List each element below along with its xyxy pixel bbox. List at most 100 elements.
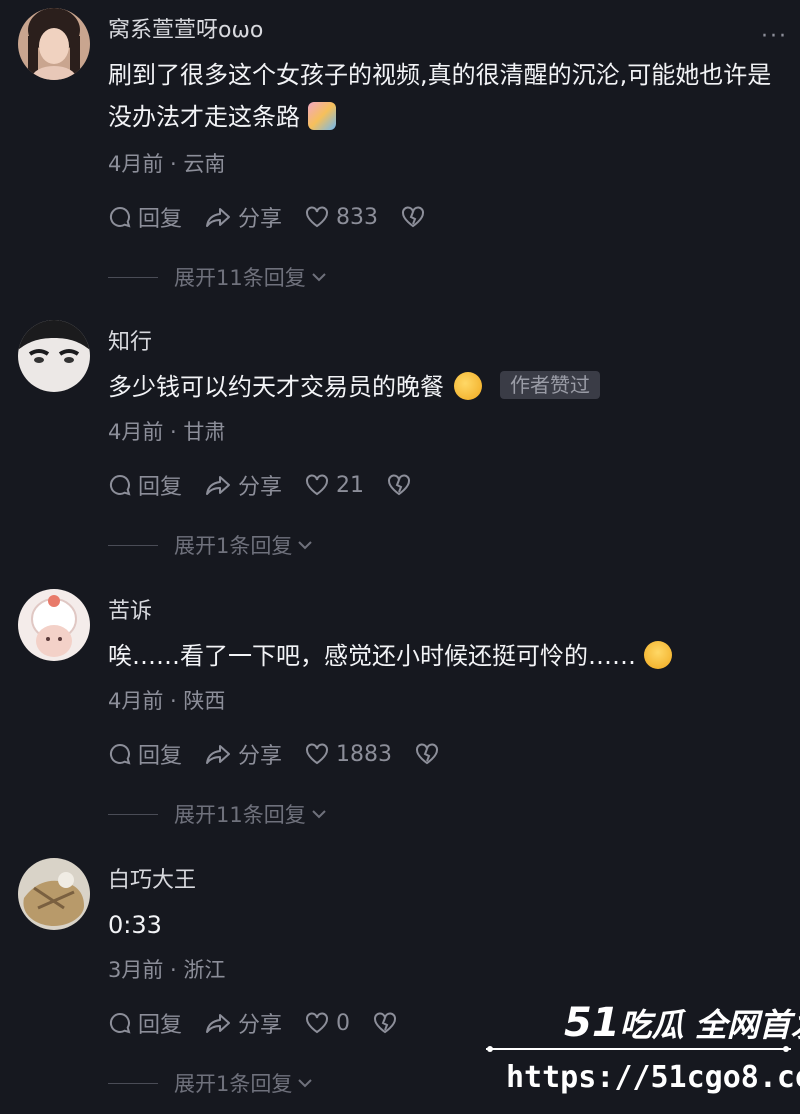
comment-item: 窝系萱萱呀oωo ··· 刷到了很多这个女孩子的视频,真的很清醒的沉沦,可能她也… [0, 0, 800, 290]
like-button[interactable]: 21 [304, 473, 364, 498]
comment-item: 苦诉 唉……看了一下吧，感觉还小时候还挺可怜的…… 4月前 · 陕西 回复 分享… [0, 581, 800, 849]
reply-icon [109, 743, 131, 765]
username[interactable]: 知行 [108, 324, 152, 356]
expand-replies-button[interactable]: 展开1条回复 [108, 530, 314, 560]
comment-time: 4月前 [108, 420, 164, 444]
pleading-face-emoji-icon [454, 372, 482, 400]
reply-icon [109, 206, 131, 228]
share-icon [206, 476, 231, 495]
like-button[interactable]: 833 [304, 205, 378, 230]
reply-button[interactable]: 回复 [108, 469, 182, 501]
watermark-number: 51 [564, 1000, 620, 1046]
like-button[interactable]: 1883 [304, 742, 392, 767]
avatar[interactable] [18, 8, 90, 80]
watermark-url: https://51cgo8.com [506, 1060, 800, 1095]
reply-icon [109, 1012, 131, 1034]
broken-heart-icon [388, 474, 411, 496]
comment-meta: 4月前 · 陕西 [108, 689, 226, 713]
comment-actions: 回复 分享 833 [108, 202, 454, 232]
chevron-down-icon [312, 810, 326, 819]
comment-text-body: 刷到了很多这个女孩子的视频,真的很清醒的沉沦,可能她也许是没办法才走这条路 [108, 61, 772, 131]
reply-icon [109, 474, 131, 496]
comment-actions: 回复 分享 0 [108, 1008, 426, 1038]
author-liked-badge: 作者赞过 [500, 371, 600, 399]
dislike-button[interactable] [386, 473, 418, 497]
more-dots-icon[interactable]: ··· [761, 24, 788, 49]
username[interactable]: 苦诉 [108, 593, 152, 625]
share-button[interactable]: 分享 [204, 201, 282, 233]
dislike-button[interactable] [400, 205, 432, 229]
avatar[interactable] [18, 589, 90, 661]
reply-label: 回复 [138, 207, 183, 232]
comment-actions: 回复 分享 1883 [108, 739, 468, 769]
reply-label: 回复 [138, 1013, 183, 1038]
comment-actions: 回复 分享 21 [108, 470, 440, 500]
comment-time: 4月前 [108, 152, 164, 176]
heart-icon [306, 206, 329, 228]
reply-label: 回复 [138, 475, 183, 500]
expand-replies-button[interactable]: 展开1条回复 [108, 1068, 314, 1098]
comment-text-body: 唉……看了一下吧，感觉还小时候还挺可怜的…… [108, 642, 636, 670]
expand-label: 展开1条回复 [174, 534, 293, 558]
comment-text: 刷到了很多这个女孩子的视频,真的很清醒的沉沦,可能她也许是没办法才走这条路 [108, 54, 778, 138]
avatar[interactable] [18, 858, 90, 930]
share-icon [206, 208, 231, 227]
comment-text: 0:33 [108, 904, 778, 946]
divider-line [108, 544, 158, 546]
like-count: 833 [336, 204, 379, 230]
like-button[interactable]: 0 [304, 1011, 350, 1036]
broken-heart-icon [374, 1012, 397, 1034]
reply-button[interactable]: 回复 [108, 201, 182, 233]
chevron-down-icon [298, 1079, 313, 1088]
expand-replies-button[interactable]: 展开11条回复 [108, 262, 328, 292]
username[interactable]: 窝系萱萱呀oωo [108, 12, 263, 44]
comment-location: 云南 [183, 152, 226, 176]
share-button[interactable]: 分享 [204, 738, 282, 770]
comment-list-page: 窝系萱萱呀oωo ··· 刷到了很多这个女孩子的视频,真的很清醒的沉沦,可能她也… [0, 0, 800, 1114]
broken-heart-icon [416, 743, 439, 765]
heart-icon [306, 743, 329, 765]
reply-button[interactable]: 回复 [108, 1007, 182, 1039]
comment-text: 唉……看了一下吧，感觉还小时候还挺可怜的…… [108, 635, 778, 677]
share-button[interactable]: 分享 [204, 469, 282, 501]
comment-meta: 4月前 · 甘肃 [108, 420, 226, 444]
expand-label: 展开11条回复 [174, 803, 306, 827]
chevron-down-icon [298, 541, 313, 550]
comment-meta: 4月前 · 云南 [108, 152, 226, 176]
comment-text: 多少钱可以约天才交易员的晚餐 作者赞过 [108, 366, 778, 408]
expand-replies-button[interactable]: 展开11条回复 [108, 799, 328, 829]
crying-face-emoji-icon [644, 641, 672, 669]
comment-location: 浙江 [183, 958, 226, 982]
divider-line [108, 813, 158, 815]
comment-time: 3月前 [108, 958, 164, 982]
share-label: 分享 [238, 744, 283, 769]
dislike-button[interactable] [414, 742, 446, 766]
comment-location: 陕西 [183, 689, 226, 713]
divider-line [108, 276, 158, 278]
share-label: 分享 [238, 207, 283, 232]
watermark-circuit-line [486, 1046, 791, 1052]
expand-label: 展开11条回复 [174, 266, 306, 290]
username[interactable]: 白巧大王 [108, 862, 196, 894]
watermark: 51吃瓜 全网首发 https://51cgo8.com [486, 1000, 800, 1110]
reply-label: 回复 [138, 744, 183, 769]
dislike-button[interactable] [372, 1011, 404, 1035]
heart-icon [306, 1012, 329, 1034]
reply-button[interactable]: 回复 [108, 738, 182, 770]
share-label: 分享 [238, 475, 283, 500]
share-button[interactable]: 分享 [204, 1007, 282, 1039]
heart-icon [306, 474, 329, 496]
like-count: 0 [336, 1010, 351, 1036]
like-count: 1883 [336, 741, 393, 767]
comment-time: 4月前 [108, 689, 164, 713]
couple-emoji-icon [308, 102, 336, 130]
divider-line [108, 1082, 158, 1084]
like-count: 21 [336, 472, 365, 498]
chevron-down-icon [312, 273, 326, 282]
comment-text-body: 0:33 [108, 911, 162, 939]
avatar[interactable] [18, 320, 90, 392]
watermark-brand: 51吃瓜 全网首发 [564, 1000, 800, 1046]
watermark-brand-text: 吃瓜 全网首发 [619, 1006, 800, 1044]
comment-meta: 3月前 · 浙江 [108, 958, 226, 982]
share-label: 分享 [238, 1013, 283, 1038]
